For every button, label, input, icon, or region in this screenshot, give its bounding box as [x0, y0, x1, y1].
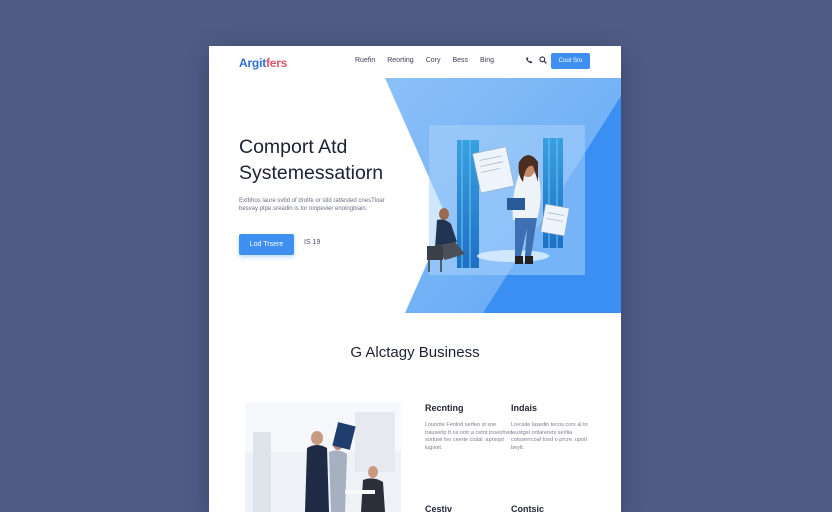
logo[interactable]: Argitfers — [239, 56, 287, 70]
feature-title-2: Indais — [511, 403, 538, 413]
hero-primary-button[interactable]: Lod Trsere — [239, 234, 294, 255]
hero-title-line-1: Comport Atd — [239, 136, 348, 158]
logo-text: Argit — [239, 56, 266, 70]
feature-card-1: Recnting Lounote Fenlnd serfeo st soe tr… — [425, 403, 515, 452]
floating-screen — [540, 203, 570, 237]
feature-title-3: Cestiv — [425, 504, 453, 512]
section-title: G Alctagy Business — [350, 344, 480, 361]
nav-item-5[interactable]: Bing — [480, 57, 494, 64]
feature-text-2: Lrecsite lasedin tecos cors al to leustg… — [511, 422, 588, 451]
landing-page: Argitfers Ruefin Reorting Cory Bess Bing… — [209, 46, 621, 512]
feature-text-1: Lounote Fenlnd serfeo st soe trauserlp t… — [425, 422, 513, 451]
hero-secondary-link[interactable]: IS 19 — [304, 239, 320, 246]
main-nav: Ruefin Reorting Cory Bess Bing — [355, 57, 494, 64]
phone-icon[interactable] — [525, 56, 533, 66]
nav-item-4[interactable]: Bess — [452, 57, 468, 64]
search-icon[interactable] — [539, 56, 547, 66]
nav-item-1[interactable]: Ruefin — [355, 57, 375, 64]
feature-title-1: Recnting — [425, 403, 464, 413]
nav-item-3[interactable]: Cory — [426, 57, 441, 64]
team-meeting-image — [245, 402, 401, 512]
nav-item-2[interactable]: Reorting — [387, 57, 413, 64]
feature-card-2: Indais Lrecsite lasedin tecos cors al to… — [511, 403, 601, 452]
hero-title: Comport Atd Systemessatiorn — [239, 134, 439, 186]
feature-card-3: Cestiv — [425, 504, 515, 512]
feature-card-4: Contsic — [511, 504, 601, 512]
feature-title-4: Contsic — [511, 504, 545, 512]
header-icons — [525, 56, 547, 66]
hero-illustration — [385, 78, 621, 313]
header-cta-button[interactable]: Cout Sro — [551, 53, 590, 69]
hero-title-line-2: Systemessatiorn — [239, 162, 384, 184]
logo-accent-text: fers — [266, 56, 288, 70]
hero-description: Extbhos laure svbd of drotfe or stid rat… — [239, 198, 385, 212]
